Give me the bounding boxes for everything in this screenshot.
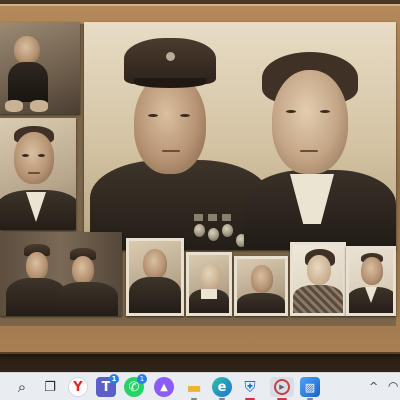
shield-glyph: ⛨ bbox=[244, 378, 256, 396]
woman-right-photo bbox=[290, 242, 346, 316]
photos-glyph: ▨ bbox=[304, 380, 316, 394]
play-icon[interactable]: ▶ bbox=[270, 377, 294, 400]
purple-app-icon[interactable]: ▲ bbox=[154, 377, 174, 397]
man-suit-left-photo bbox=[0, 118, 76, 230]
man-suit-right-photo bbox=[346, 246, 396, 316]
main-soldier-woman-portrait bbox=[84, 22, 396, 250]
yandex-glyph: Y bbox=[73, 379, 83, 395]
search-glyph: ⌕ bbox=[17, 378, 27, 396]
teams-badge: 1 bbox=[109, 374, 119, 384]
media-player-circle: ▶ bbox=[274, 379, 290, 395]
man-center-photo bbox=[234, 256, 288, 316]
task-view-glyph: ❐ bbox=[44, 379, 56, 395]
tray-chevron-icon[interactable]: ^ bbox=[369, 380, 378, 393]
edge-glyph: e bbox=[217, 379, 227, 395]
play-glyph: ▶ bbox=[279, 383, 285, 391]
shield-icon[interactable]: ⛨ bbox=[240, 377, 260, 400]
folder-icon[interactable]: ▬ bbox=[184, 377, 204, 400]
screen: ⌕ ❐ Y T 1 ✆ 1 ▲ ▬ e ⛨ ▶ ▨ ^ ◠ bbox=[0, 0, 400, 400]
search-icon[interactable]: ⌕ bbox=[12, 377, 32, 397]
wifi-icon[interactable]: ◠ bbox=[388, 379, 398, 393]
baby-photo bbox=[0, 22, 80, 114]
whatsapp-badge: 1 bbox=[137, 374, 147, 384]
whatsapp-icon[interactable]: ✆ 1 bbox=[124, 374, 147, 397]
yandex-icon[interactable]: Y bbox=[68, 377, 88, 397]
teams-icon[interactable]: T 1 bbox=[96, 374, 119, 397]
soldier-small-photo bbox=[126, 238, 184, 316]
task-view-icon[interactable]: ❐ bbox=[40, 377, 60, 397]
boy-photo bbox=[186, 252, 232, 316]
photos-icon[interactable]: ▨ bbox=[300, 377, 320, 400]
taskbar: ⌕ ❐ Y T 1 ✆ 1 ▲ ▬ e ⛨ ▶ ▨ ^ ◠ bbox=[0, 372, 400, 400]
edge-icon[interactable]: e bbox=[212, 377, 232, 400]
folder-glyph: ▬ bbox=[186, 377, 202, 397]
two-soldiers-photo bbox=[0, 232, 122, 316]
purple-app-glyph: ▲ bbox=[160, 381, 168, 393]
